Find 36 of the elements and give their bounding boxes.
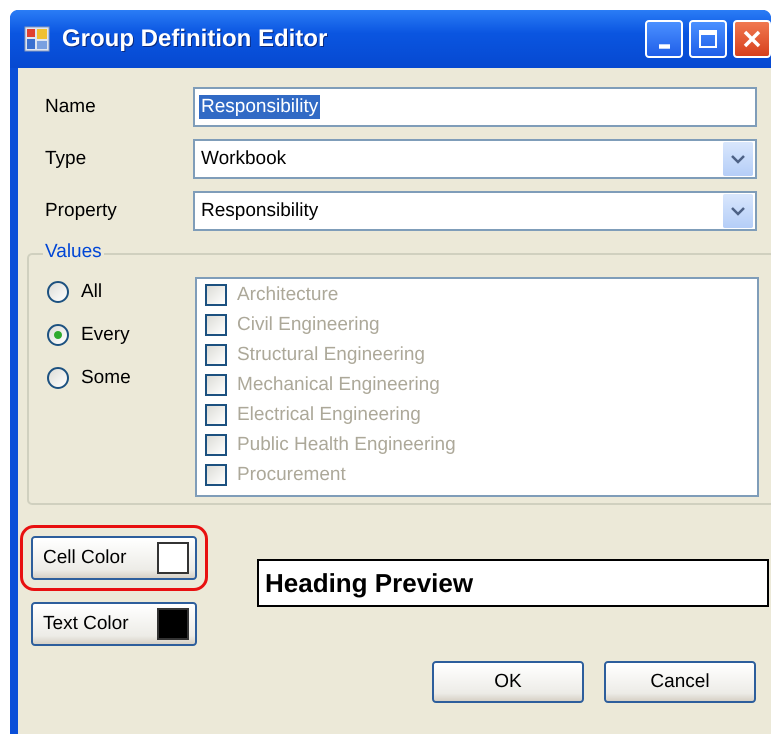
- radio-label: All: [81, 281, 102, 303]
- dropdown-field[interactable]: Workbook: [193, 139, 757, 179]
- cancel-button[interactable]: Cancel: [604, 661, 756, 703]
- radio-button[interactable]: [47, 367, 69, 389]
- minimize-icon: [658, 44, 670, 48]
- text-field[interactable]: Responsibility: [193, 87, 757, 127]
- radio-option[interactable]: Every: [47, 324, 195, 346]
- checkbox-label: Public Health Engineering: [237, 434, 456, 456]
- checkbox-label: Civil Engineering: [237, 314, 380, 336]
- chevron-down-icon: [730, 153, 746, 165]
- app-icon: [24, 26, 50, 52]
- maximize-icon: [696, 27, 720, 51]
- close-button[interactable]: [733, 20, 771, 58]
- radio-option[interactable]: Some: [47, 367, 195, 389]
- minimize-button[interactable]: [645, 20, 683, 58]
- radio-button[interactable]: [47, 281, 69, 303]
- radio-button[interactable]: [47, 324, 69, 346]
- heading-preview: Heading Preview: [257, 559, 769, 607]
- checkbox-label: Architecture: [237, 284, 338, 306]
- window-title: Group Definition Editor: [62, 25, 328, 53]
- checkbox-label: Mechanical Engineering: [237, 374, 440, 396]
- checkbox-label: Electrical Engineering: [237, 404, 421, 426]
- radio-option[interactable]: All: [47, 281, 195, 303]
- ok-button[interactable]: OK: [432, 661, 584, 703]
- radio-label: Every: [81, 324, 130, 346]
- field-label: Name: [45, 96, 97, 118]
- chevron-down-icon: [730, 205, 746, 217]
- color-button[interactable]: Text Color: [31, 602, 197, 646]
- field-label: Type: [45, 148, 88, 170]
- radio-label: Some: [81, 367, 131, 389]
- field-label: Property: [45, 200, 118, 222]
- maximize-button[interactable]: [689, 20, 727, 58]
- checkbox-label: Procurement: [237, 464, 346, 486]
- checkbox-label: Structural Engineering: [237, 344, 425, 366]
- color-button[interactable]: Cell Color: [31, 536, 197, 580]
- dropdown-field[interactable]: Responsibility: [193, 191, 757, 231]
